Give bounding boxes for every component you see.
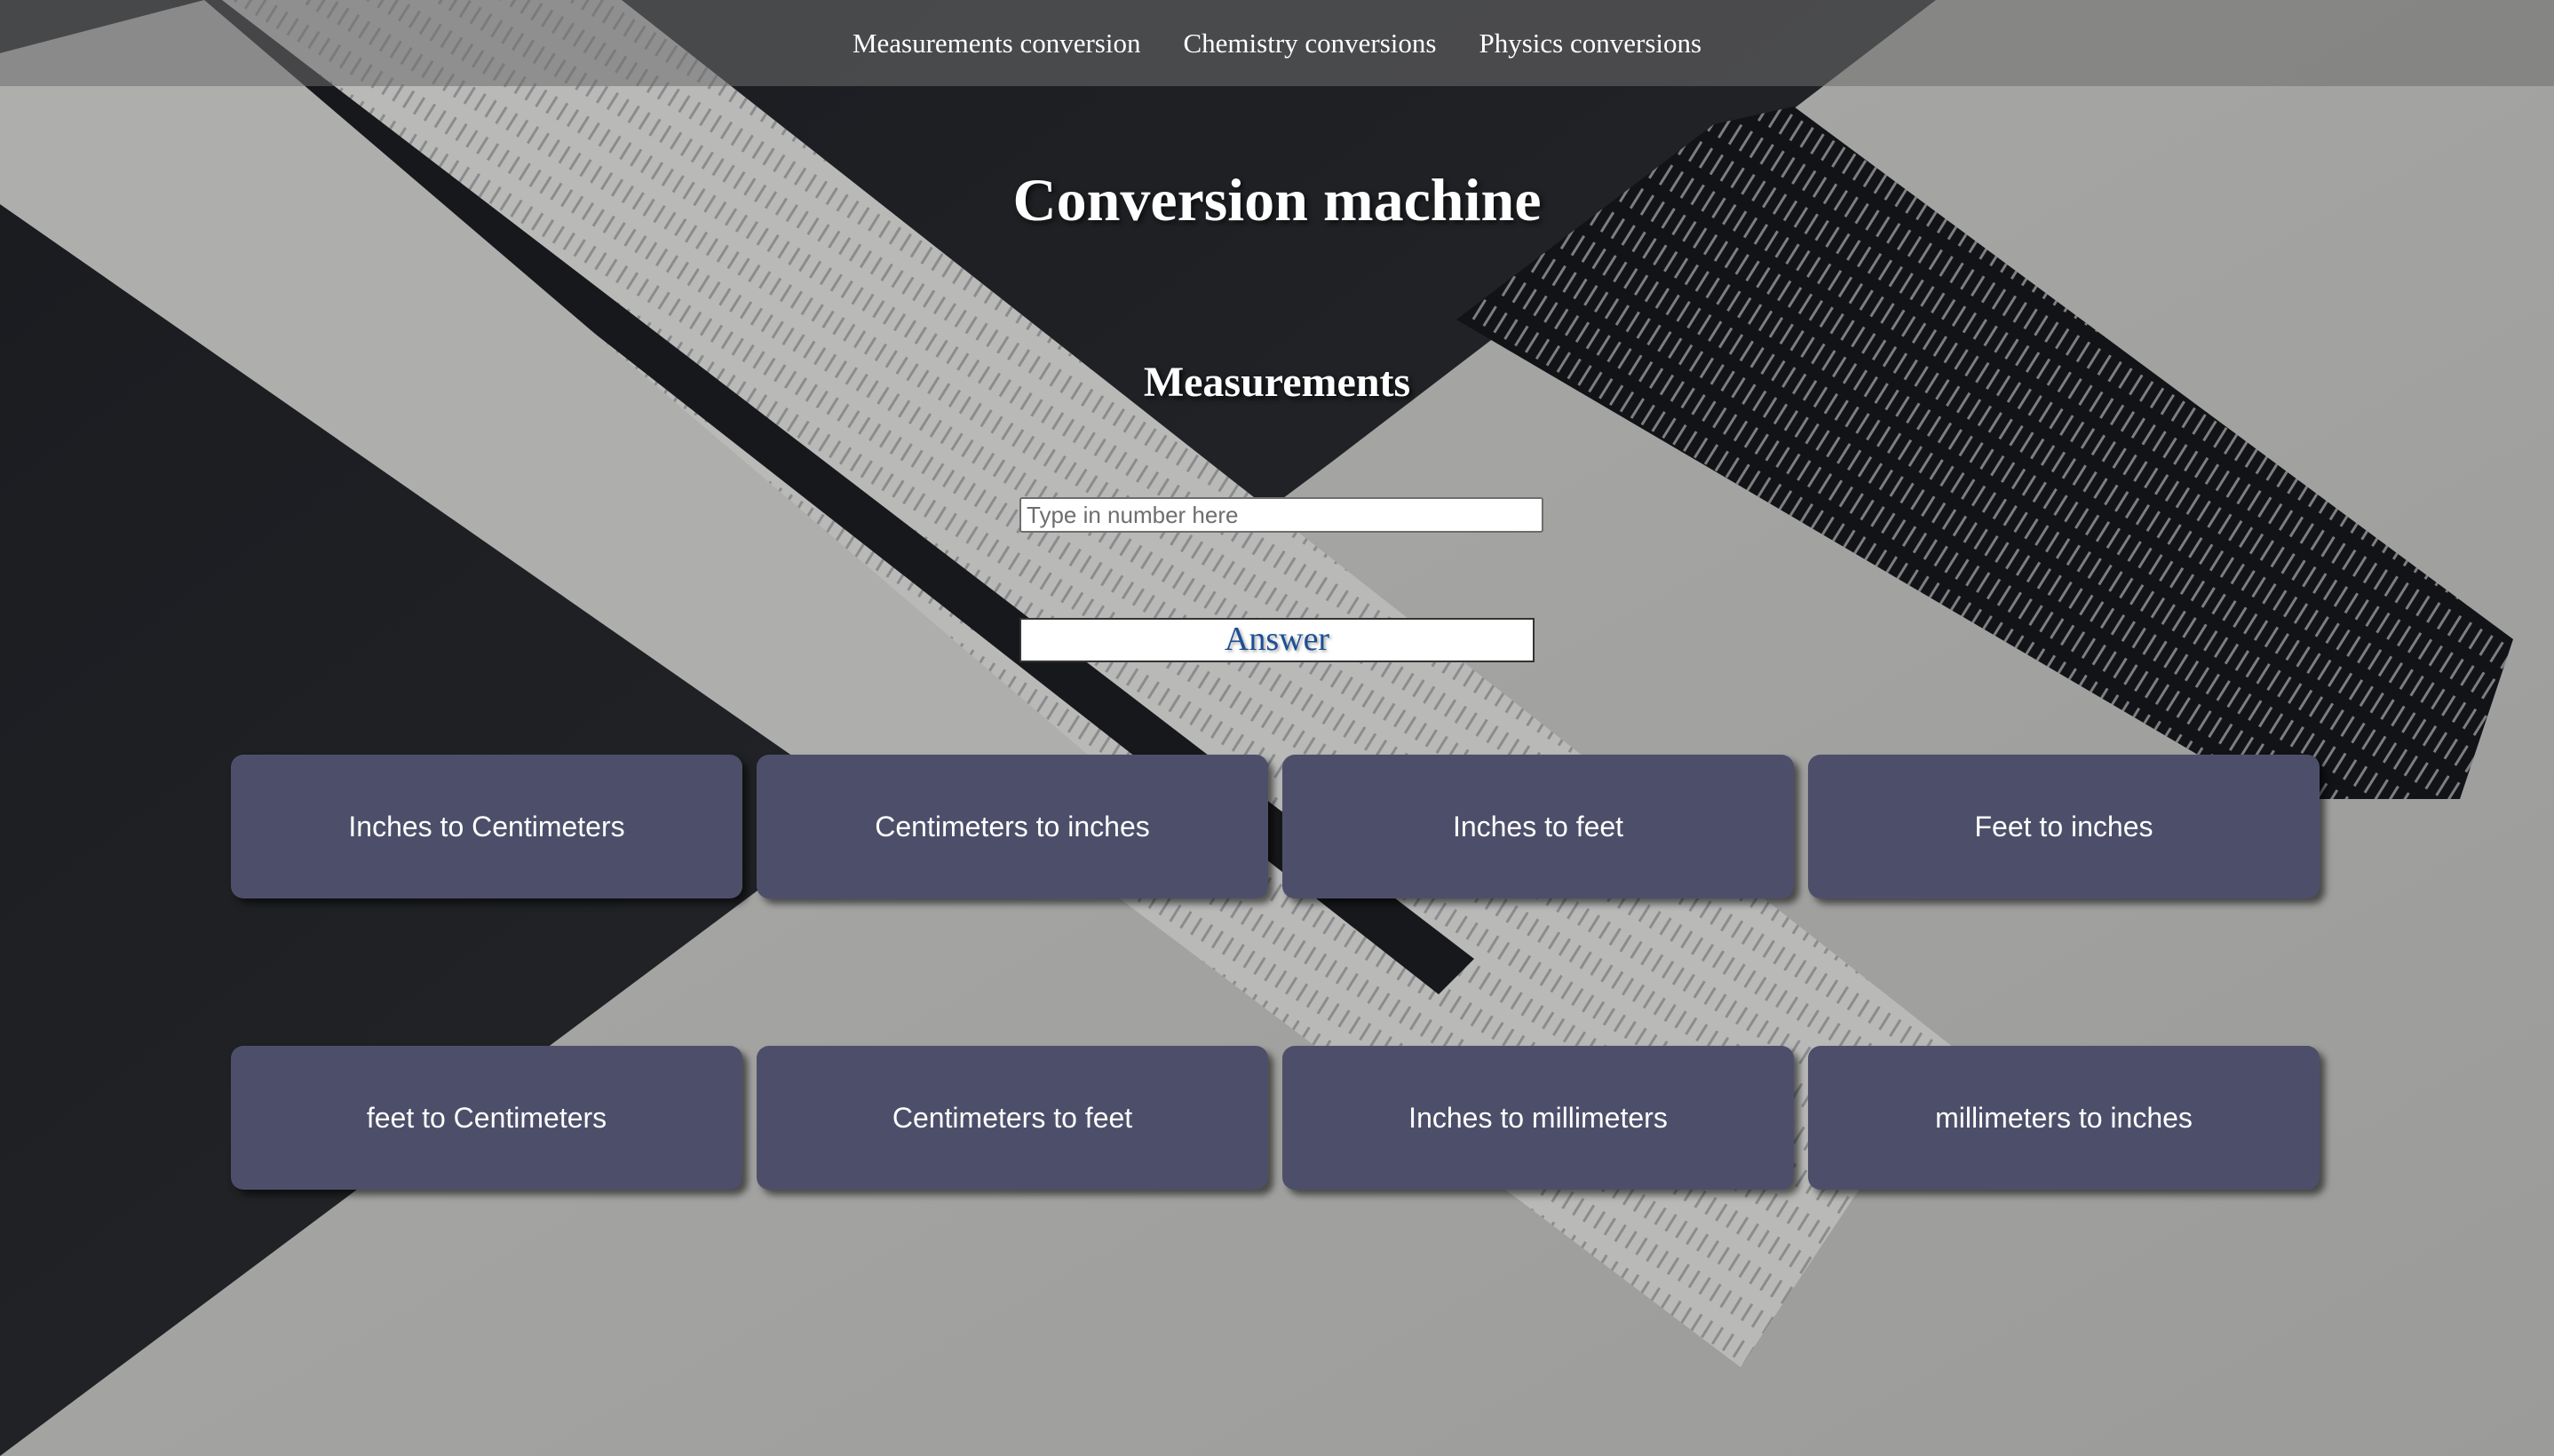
inches-to-feet-button[interactable]: Inches to feet — [1282, 755, 1794, 898]
feet-to-centimeters-button[interactable]: feet to Centimeters — [231, 1046, 742, 1190]
answer-box: Answer — [1019, 618, 1535, 662]
nav-link-measurements[interactable]: Measurements conversion — [853, 28, 1141, 59]
feet-to-inches-button[interactable]: Feet to inches — [1808, 755, 2320, 898]
centimeters-to-feet-button[interactable]: Centimeters to feet — [757, 1046, 1268, 1190]
centimeters-to-inches-button[interactable]: Centimeters to inches — [757, 755, 1268, 898]
top-nav: Measurements conversion Chemistry conver… — [0, 0, 2554, 86]
nav-link-chemistry[interactable]: Chemistry conversions — [1183, 28, 1436, 59]
number-input[interactable] — [1019, 497, 1543, 533]
nav-link-physics[interactable]: Physics conversions — [1479, 28, 1701, 59]
inches-to-millimeters-button[interactable]: Inches to millimeters — [1282, 1046, 1794, 1190]
inches-to-centimeters-button[interactable]: Inches to Centimeters — [231, 755, 742, 898]
millimeters-to-inches-button[interactable]: millimeters to inches — [1808, 1046, 2320, 1190]
page-title: Conversion machine — [1012, 166, 1542, 233]
section-title: Measurements — [1143, 359, 1411, 406]
